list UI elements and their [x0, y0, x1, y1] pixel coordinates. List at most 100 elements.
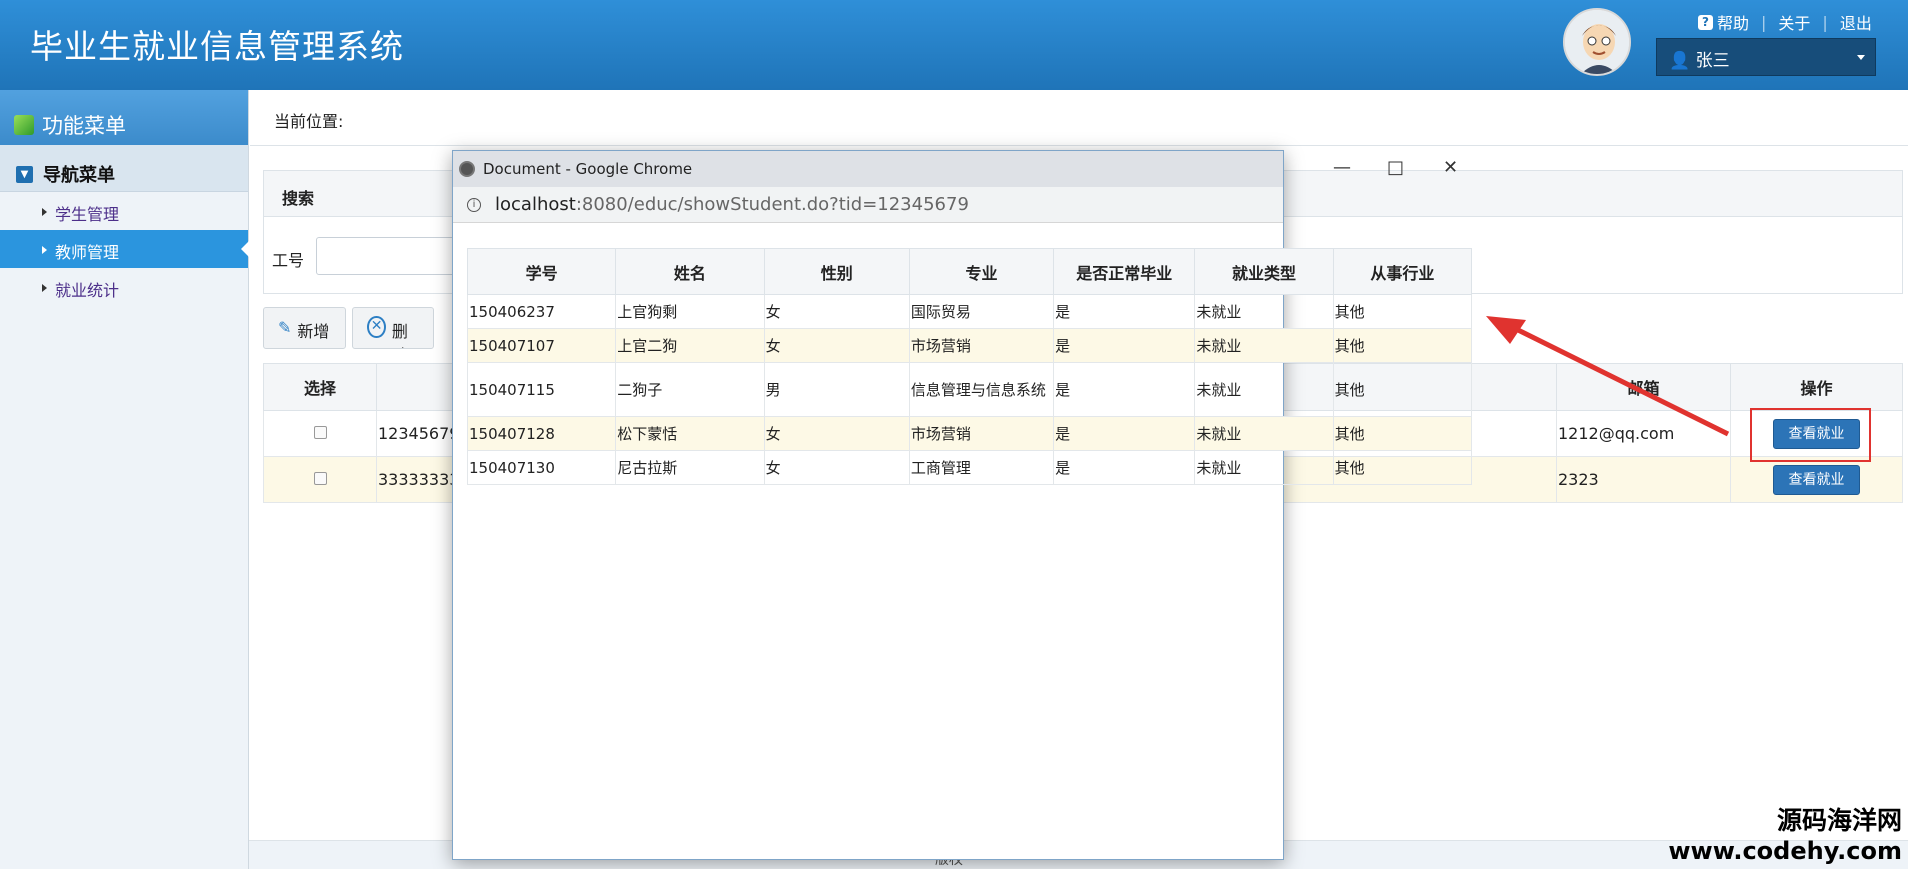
col-student-id: 学号: [466, 248, 617, 295]
row-select-cell: [263, 456, 377, 503]
menu-title: 功能菜单: [0, 90, 248, 145]
cell: 是: [1053, 294, 1196, 329]
cube-icon: [14, 114, 34, 135]
breadcrumb: 当前位置:: [250, 90, 1908, 146]
cell: 150407128: [466, 416, 617, 451]
col-gender: 性别: [763, 248, 910, 295]
cell: 其他: [1332, 294, 1473, 329]
cell: 女: [763, 328, 910, 363]
col-name: 姓名: [615, 248, 765, 295]
delete-button-label: 删除: [391, 322, 408, 348]
view-employment-button[interactable]: 查看就业: [1773, 464, 1860, 495]
user-icon: 👤: [1669, 51, 1691, 71]
divider: |: [1822, 12, 1828, 32]
close-icon[interactable]: ✕: [1443, 157, 1458, 178]
popup-header-row: 学号 姓名 性别 专业 是否正常毕业 就业类型 从事行业: [466, 248, 1473, 295]
col-industry: 从事行业: [1332, 248, 1473, 295]
cell: 150407107: [466, 328, 617, 363]
annotation-arrow: [1486, 316, 1730, 437]
globe-icon: [459, 161, 475, 177]
sidebar-item-label: 学生管理: [55, 205, 120, 224]
cell: 未就业: [1194, 294, 1334, 329]
cell: 市场营销: [908, 328, 1055, 363]
cell: 未就业: [1194, 362, 1334, 417]
cell: 女: [763, 450, 910, 485]
highlight-box: [1750, 408, 1871, 462]
col-select: 选择: [263, 363, 377, 411]
cell: 150407130: [466, 450, 617, 485]
collapse-icon[interactable]: ▼: [16, 165, 33, 183]
cell: 信息管理与信息系统: [908, 362, 1055, 417]
url-path: :8080/educ/showStudent.do?tid=12345679: [575, 194, 969, 215]
user-dropdown[interactable]: 👤 张三: [1656, 38, 1876, 76]
add-button[interactable]: ✎ 新增: [263, 307, 347, 349]
info-icon[interactable]: i: [467, 197, 481, 212]
cell: 男: [763, 362, 910, 417]
table-row: 150407107 上官二狗 女 市场营销 是 未就业 其他: [466, 328, 1473, 363]
cell: 二狗子: [615, 362, 765, 417]
sidebar-item-teacher[interactable]: 教师管理: [0, 230, 249, 268]
search-input[interactable]: [316, 237, 466, 275]
watermark: 源码海洋网 www.codehy.com: [1668, 801, 1902, 865]
row-action-cell: 查看就业: [1730, 456, 1903, 503]
cell: 其他: [1332, 450, 1473, 485]
delete-button[interactable]: ✕ 删除: [352, 307, 435, 349]
cell: 是: [1053, 450, 1196, 485]
popup-titlebar: Document - Google Chrome — □ ✕: [453, 151, 1458, 187]
url-host: localhost: [495, 194, 576, 215]
row-checkbox[interactable]: [313, 472, 327, 485]
popup-title: Document - Google Chrome: [483, 160, 693, 178]
pencil-icon: ✎: [278, 318, 292, 337]
cell: 国际贸易: [908, 294, 1055, 329]
cell: 是: [1053, 416, 1196, 451]
row-email: 2323: [1556, 456, 1731, 503]
nav-header[interactable]: ▼ 导航菜单: [0, 145, 248, 192]
sidebar-item-student[interactable]: 学生管理: [0, 192, 248, 230]
row-select-cell: [263, 410, 377, 457]
about-link[interactable]: 关于: [1778, 10, 1810, 34]
popup-window: Document - Google Chrome — □ ✕ i localho…: [452, 150, 1473, 860]
sidebar-item-label: 就业统计: [55, 281, 120, 300]
cell: 上官二狗: [615, 328, 765, 363]
app-header: 毕业生就业信息管理系统 ? 帮助 | 关于 | 退出 👤 张三: [0, 0, 1908, 90]
user-name: 张三: [1695, 51, 1730, 71]
nav-header-label: 导航菜单: [43, 165, 115, 186]
cell: 未就业: [1194, 416, 1334, 451]
cell: 其他: [1332, 362, 1473, 417]
cell: 市场营销: [908, 416, 1055, 451]
col-graduated: 是否正常毕业: [1053, 248, 1196, 295]
user-avatar[interactable]: [1563, 8, 1631, 76]
cell: 未就业: [1194, 450, 1334, 485]
sidebar-item-stats[interactable]: 就业统计: [0, 268, 248, 306]
col-employment-type: 就业类型: [1194, 248, 1334, 295]
col-major: 专业: [908, 248, 1055, 295]
table-row: 150407128 松下蒙恬 女 市场营销 是 未就业 其他: [466, 416, 1473, 451]
maximize-icon[interactable]: □: [1387, 157, 1404, 178]
cell: 其他: [1332, 416, 1473, 451]
cell: 工商管理: [908, 450, 1055, 485]
minimize-icon[interactable]: —: [1333, 157, 1351, 178]
cell: 未就业: [1194, 328, 1334, 363]
table-row: 150407115 二狗子 男 信息管理与信息系统 是 未就业 其他: [466, 362, 1473, 417]
top-links: ? 帮助 | 关于 | 退出: [1698, 10, 1872, 34]
url-bar[interactable]: i localhost:8080/educ/showStudent.do?tid…: [453, 187, 1283, 223]
cell: 上官狗剩: [615, 294, 765, 329]
toolbar: ✎ 新增 ✕ 删除: [263, 307, 435, 349]
cell: 150407115: [466, 362, 617, 417]
cell: 150406237: [466, 294, 617, 329]
row-checkbox[interactable]: [313, 426, 327, 439]
col-action: 操作: [1730, 363, 1903, 411]
add-button-label: 新增: [297, 322, 330, 341]
student-table: 学号 姓名 性别 专业 是否正常毕业 就业类型 从事行业 150406237 上…: [466, 248, 1473, 485]
menu-title-label: 功能菜单: [42, 113, 126, 138]
close-circle-icon: ✕: [367, 316, 386, 338]
cell: 女: [763, 294, 910, 329]
cell: 是: [1053, 328, 1196, 363]
chevron-down-icon: [1857, 55, 1865, 60]
cell: 其他: [1332, 328, 1473, 363]
watermark-en: www.codehy.com: [1668, 837, 1902, 865]
logout-link[interactable]: 退出: [1840, 10, 1872, 34]
table-row: 150407130 尼古拉斯 女 工商管理 是 未就业 其他: [466, 450, 1473, 485]
watermark-cn: 源码海洋网: [1776, 806, 1902, 835]
help-link[interactable]: 帮助: [1717, 10, 1749, 34]
